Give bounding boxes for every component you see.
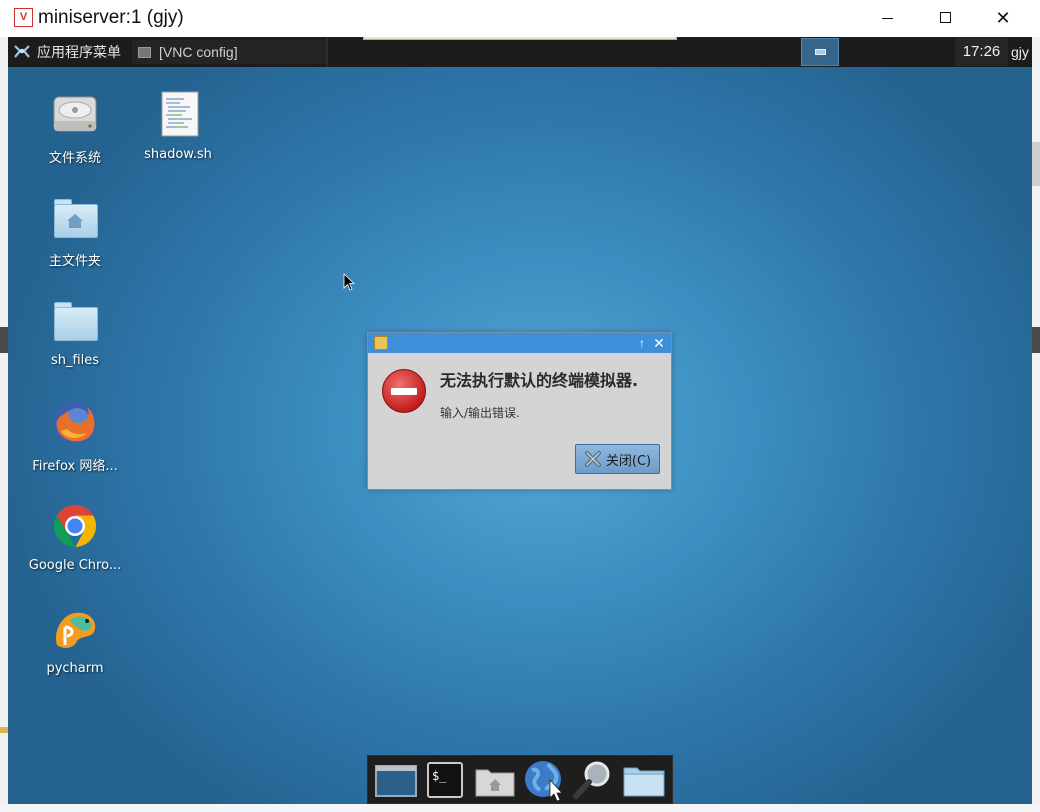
host-titlebar[interactable]: V miniserver:1 (gjy) ✕	[0, 0, 1040, 37]
top-notification-strip	[363, 37, 677, 40]
drive-icon	[51, 91, 99, 139]
dialog-close-x-button[interactable]: ✕	[651, 335, 667, 351]
window-icon	[138, 46, 151, 58]
dialog-shade-button[interactable]: ↑	[635, 335, 649, 351]
search-launcher-button[interactable]	[571, 758, 617, 802]
show-desktop-button[interactable]	[373, 758, 419, 802]
vnc-viewer-icon: V	[14, 8, 33, 27]
host-window-title: miniserver:1 (gjy)	[38, 7, 184, 28]
desktop-icon-label: 主文件夹	[48, 254, 101, 269]
panel-clock[interactable]: 17:26	[955, 38, 1008, 66]
chrome-icon	[51, 502, 99, 550]
host-bottom-edge	[0, 804, 1040, 812]
home-folder-icon	[51, 194, 99, 242]
applications-menu-label: 应用程序菜单	[37, 44, 121, 60]
desktop-icon-firefox[interactable]: Firefox 网络...	[20, 399, 130, 474]
folder-icon	[51, 297, 99, 345]
folder-launcher-button[interactable]	[621, 758, 667, 802]
bottom-dock: $_	[367, 755, 673, 804]
background-window-left	[0, 37, 8, 807]
terminal-launcher-button[interactable]: $_	[422, 758, 468, 802]
desktop-icon-filesystem[interactable]: 文件系统	[20, 91, 130, 166]
firefox-icon	[51, 399, 99, 447]
desktop-icon-sh-files[interactable]: sh_files	[20, 297, 130, 368]
home-folder-launcher-button[interactable]	[472, 758, 518, 802]
desktop-icon	[374, 764, 417, 797]
taskbar-item-vnc-config[interactable]: [VNC config]	[132, 40, 328, 64]
desktop-icon-home[interactable]: 主文件夹	[20, 194, 130, 269]
dialog-message: 输入/输出错误.	[440, 406, 520, 420]
background-window-strip	[0, 727, 8, 733]
taskbar-item-label: [VNC config]	[159, 44, 238, 60]
dialog-app-icon	[374, 336, 388, 350]
desktop-icon-label: pycharm	[46, 661, 104, 676]
workspace-window-thumb	[815, 49, 826, 55]
web-browser-icon	[524, 760, 563, 801]
maximize-icon	[940, 12, 951, 23]
background-window-strip	[0, 327, 8, 353]
minimize-button[interactable]	[858, 0, 916, 36]
desktop-icon-label: Firefox 网络...	[32, 459, 118, 474]
desktop-icon-label: 文件系统	[48, 151, 101, 166]
vnc-viewer-window: V miniserver:1 (gjy) ✕ 应用程序菜单 [VNC confi…	[0, 0, 1040, 812]
desktop-icon-shadow-sh[interactable]: shadow.sh	[123, 91, 233, 162]
xfce-top-panel: 应用程序菜单 [VNC config] 17:26 gjy	[8, 37, 1032, 67]
xfce-mouse-icon	[12, 42, 32, 62]
web-browser-launcher-button[interactable]	[522, 758, 568, 802]
desktop-icon-pycharm[interactable]: pycharm	[20, 605, 130, 676]
dialog-heading: 无法执行默认的终端模拟器.	[440, 371, 639, 390]
terminal-icon: $_	[427, 761, 464, 798]
close-button[interactable]: 关闭(C)	[575, 444, 660, 474]
workspace-switcher[interactable]	[801, 38, 839, 66]
pycharm-icon	[51, 605, 99, 653]
applications-menu-button[interactable]: 应用程序菜单	[12, 37, 121, 67]
folder-icon	[623, 767, 665, 796]
close-icon	[584, 450, 602, 468]
svg-text:$_: $_	[432, 769, 447, 783]
mouse-pointer-icon	[343, 273, 356, 291]
minimize-icon	[882, 18, 893, 19]
dialog-titlebar[interactable]: ↑ ✕	[368, 333, 671, 353]
background-window-strip	[1032, 142, 1040, 186]
maximize-button[interactable]	[916, 0, 974, 36]
background-window-strip	[1032, 327, 1040, 353]
search-icon	[573, 761, 610, 799]
close-icon: ✕	[995, 8, 1011, 28]
home-folder-icon	[475, 769, 515, 796]
remote-desktop[interactable]: 应用程序菜单 [VNC config] 17:26 gjy 文件系统 shado…	[8, 37, 1032, 804]
panel-separator	[326, 37, 328, 67]
panel-user-name[interactable]: gjy	[1011, 37, 1029, 67]
error-dialog: ↑ ✕ 无法执行默认的终端模拟器. 输入/输出错误. 关闭(C)	[367, 332, 672, 490]
close-button-label: 关闭(C)	[605, 453, 652, 469]
desktop-icon-label: sh_files	[50, 353, 100, 368]
error-icon	[382, 369, 426, 413]
desktop-icon-label: shadow.sh	[144, 147, 212, 162]
background-window-right	[1032, 37, 1040, 807]
desktop-icon-chrome[interactable]: Google Chro...	[20, 502, 130, 573]
desktop-icon-label: Google Chro...	[28, 558, 122, 573]
close-window-button[interactable]: ✕	[974, 0, 1032, 36]
text-file-icon	[154, 91, 202, 139]
